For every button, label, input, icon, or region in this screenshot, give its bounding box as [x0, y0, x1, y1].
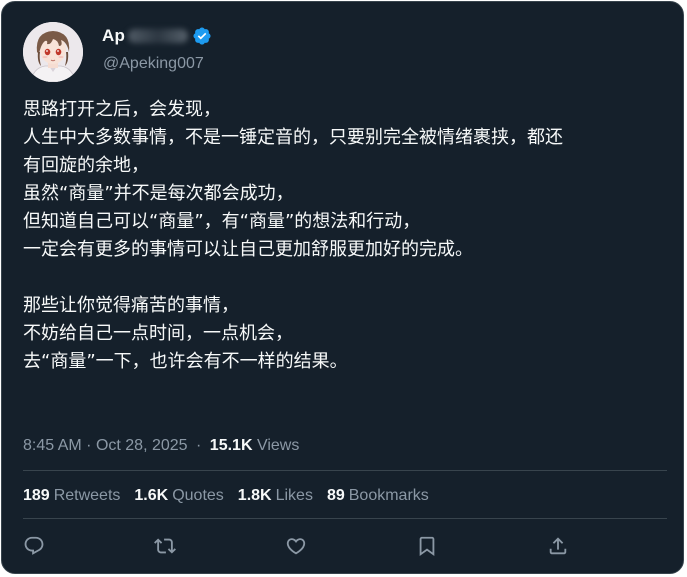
- like-icon: [286, 538, 306, 555]
- meta-separator: ·: [196, 437, 202, 454]
- likes-count: 1.8K: [237, 487, 272, 504]
- tweet-line: 不妨给自己一点时间，一点机会，: [23, 323, 293, 344]
- like-button[interactable]: [285, 535, 309, 559]
- author-name: Ap: [102, 26, 126, 45]
- redacted-name-blur: [128, 29, 189, 43]
- tweet-date[interactable]: Oct 28, 2025: [96, 437, 188, 454]
- display-name[interactable]: Ap: [102, 25, 212, 47]
- tweet-time[interactable]: 8:45 AM: [23, 437, 82, 454]
- quotes-stat[interactable]: 1.6K Quotes: [134, 487, 223, 505]
- tweet-line: 有回旋的余地，: [23, 155, 149, 176]
- tweet-stats: 189 Retweets 1.6K Quotes 1.8K Likes 89 Bookm…: [23, 487, 443, 505]
- tweet-meta: 8:45 AM · Oct 28, 2025 · 15.1K Views: [23, 437, 299, 455]
- bookmarks-count: 89: [326, 487, 345, 504]
- quotes-label: Quotes: [172, 487, 224, 504]
- meta-separator: ·: [86, 437, 92, 454]
- author-handle[interactable]: @Apeking007: [103, 55, 204, 73]
- tweet-line: 去“商量”一下，也许会有不一样的结果。: [23, 351, 348, 372]
- divider: [23, 518, 667, 519]
- share-icon: [549, 537, 567, 555]
- retweet-button[interactable]: [154, 535, 178, 559]
- share-button[interactable]: [547, 535, 571, 559]
- likes-stat[interactable]: 1.8K Likes: [238, 487, 313, 505]
- action-bar: [23, 535, 623, 559]
- tweet-line: 但知道自己可以“商量”，有“商量”的想法和行动，: [23, 211, 421, 232]
- reply-icon: [24, 536, 44, 555]
- avatar[interactable]: [23, 22, 83, 82]
- views-count[interactable]: 15.1K: [210, 437, 253, 454]
- tweet-line: 人生中大多数事情，不是一锤定音的，只要别完全被情绪裹挟，都还: [23, 127, 563, 148]
- retweets-stat[interactable]: 189 Retweets: [23, 487, 120, 505]
- quotes-count: 1.6K: [134, 487, 169, 504]
- tweet-text: 思路打开之后，会发现， 人生中大多数事情，不是一锤定音的，只要别完全被情绪裹挟，…: [23, 96, 663, 376]
- divider: [23, 470, 667, 471]
- views-label: Views: [256, 437, 300, 454]
- bookmarks-stat[interactable]: 89 Bookmarks: [327, 487, 429, 505]
- tweet-line: 那些让你觉得痛苦的事情，: [23, 295, 239, 316]
- retweets-label: Retweets: [53, 487, 121, 504]
- tweet-card: Ap @Apeking007 思路打开之后，会发现， 人生中大多数事情，不是一锤…: [1, 1, 684, 574]
- likes-label: Likes: [275, 487, 313, 504]
- retweet-icon: [154, 538, 176, 554]
- tweet-line: 一定会有更多的事情可以让自己更加舒服更加好的完成。: [23, 239, 473, 260]
- reply-button[interactable]: [23, 535, 47, 559]
- avatar-image: [23, 22, 83, 82]
- retweets-count: 189: [23, 487, 50, 504]
- bookmark-button[interactable]: [416, 535, 440, 559]
- bookmark-icon: [419, 536, 435, 557]
- tweet-line: 虽然“商量”并不是每次都会成功，: [23, 183, 294, 204]
- tweet-line: 思路打开之后，会发现，: [23, 99, 221, 120]
- verified-badge-icon: [193, 27, 211, 45]
- bookmarks-label: Bookmarks: [348, 487, 429, 504]
